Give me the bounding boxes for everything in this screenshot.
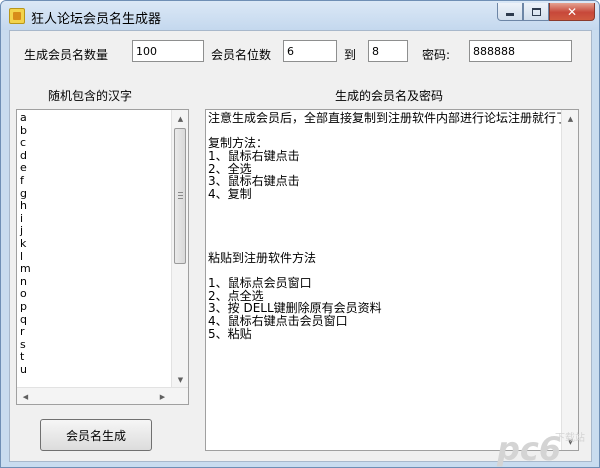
char-list-item[interactable]: l — [20, 250, 188, 264]
member-count-label: 生成会员名数量 — [24, 48, 109, 62]
scroll-up-arrow-icon[interactable]: ▲ — [562, 110, 578, 127]
char-list-item[interactable]: e — [20, 162, 188, 175]
pc6-watermark-logo: pc6 下载站 — [496, 430, 585, 467]
name-length-label: 会员名位数 — [211, 48, 272, 62]
minimize-icon — [506, 13, 514, 16]
char-list-item[interactable]: q — [20, 313, 188, 327]
close-button[interactable]: ✕ — [549, 3, 595, 21]
scroll-left-arrow-icon[interactable]: ◀ — [17, 388, 34, 404]
dialog-client-area: 生成会员名数量 会员名位数 到 密码: 随机包含的汉字 生成的会员名及密码 ab… — [9, 30, 592, 462]
char-list-item[interactable]: f — [20, 174, 188, 188]
chars-horizontal-scrollbar[interactable]: ◀ ▶ — [17, 387, 188, 404]
output-line: 4、复制 — [208, 187, 252, 202]
chars-listbox[interactable]: abcdefghijklmnopqrstu ▲ ▼ ◀ ▶ — [16, 109, 189, 405]
char-list-item[interactable]: c — [20, 137, 188, 150]
maximize-button[interactable] — [523, 3, 549, 21]
range-to-label: 到 — [344, 48, 357, 62]
scroll-grip-icon — [178, 198, 183, 199]
name-length-max-input[interactable] — [368, 40, 408, 62]
scroll-grip-icon — [178, 195, 183, 196]
output-line: 3、鼠标右键点击 — [208, 174, 300, 189]
scroll-down-arrow-icon[interactable]: ▼ — [172, 371, 188, 388]
output-line: 1、鼠标点会员窗口 — [208, 275, 312, 290]
char-list-item[interactable]: n — [20, 275, 188, 289]
char-list-item[interactable]: m — [20, 263, 188, 276]
char-list-item[interactable]: k — [20, 237, 188, 251]
minimize-button[interactable] — [497, 3, 523, 21]
scroll-up-arrow-icon[interactable]: ▲ — [172, 110, 188, 127]
chars-scroll-thumb[interactable] — [174, 128, 186, 264]
chars-vertical-scrollbar[interactable]: ▲ ▼ — [171, 110, 188, 388]
password-label: 密码: — [422, 48, 451, 62]
app-icon — [9, 8, 25, 24]
char-list-item[interactable]: d — [20, 149, 188, 163]
member-count-input[interactable] — [132, 40, 204, 62]
chars-list: abcdefghijklmnopqrstu — [17, 110, 188, 376]
password-input[interactable] — [469, 40, 572, 62]
maximize-icon — [531, 7, 541, 16]
output-panel-heading: 生成的会员名及密码 — [335, 89, 444, 103]
char-list-item[interactable]: o — [20, 288, 188, 301]
watermark-subtext: 下载站 — [555, 431, 585, 444]
output-line: 1、鼠标右键点击 — [208, 149, 300, 164]
title-bar[interactable]: 狂人论坛会员名生成器 ✕ — [1, 1, 599, 30]
close-icon: ✕ — [566, 4, 578, 19]
char-list-item[interactable]: a — [20, 111, 188, 125]
char-list-item[interactable]: s — [20, 338, 188, 352]
char-list-item[interactable]: b — [20, 124, 188, 138]
generate-members-button[interactable]: 会员名生成 — [40, 419, 152, 451]
output-line: 5、粘贴 — [208, 326, 252, 341]
scroll-grip-icon — [178, 192, 183, 193]
char-list-item[interactable]: p — [20, 300, 188, 314]
char-list-item[interactable]: r — [20, 325, 188, 339]
output-line: 4、鼠标右键点击会员窗口 — [208, 314, 348, 328]
char-list-item[interactable]: g — [20, 187, 188, 201]
output-line: 注意生成会员后，全部直接复制到注册软件内部进行论坛注册就行了 — [208, 111, 569, 125]
char-list-item[interactable]: i — [20, 212, 188, 226]
window-title: 狂人论坛会员名生成器 — [31, 12, 162, 27]
watermark-text: pc6 — [496, 430, 561, 467]
output-vertical-scrollbar[interactable]: ▲ ▼ — [561, 110, 578, 450]
char-list-item[interactable]: u — [20, 363, 188, 377]
char-list-item[interactable]: j — [20, 225, 188, 238]
name-length-min-input[interactable] — [283, 40, 337, 62]
output-line: 粘贴到注册软件方法 — [208, 250, 317, 265]
char-list-item[interactable]: t — [20, 351, 188, 364]
output-textarea[interactable]: 注意生成会员后，全部直接复制到注册软件内部进行论坛注册就行了 复制方法： 1、鼠标右… — [205, 109, 579, 451]
chars-panel-heading: 随机包含的汉字 — [48, 89, 133, 103]
scroll-right-arrow-icon[interactable]: ▶ — [154, 388, 171, 404]
output-text: 注意生成会员后，全部直接复制到注册软件内部进行论坛注册就行了 复制方法： 1、鼠标右… — [206, 110, 578, 340]
char-list-item[interactable]: h — [20, 200, 188, 213]
app-window: 狂人论坛会员名生成器 ✕ 生成会员名数量 会员名位数 到 密码: 随机包含的汉字… — [0, 0, 600, 468]
